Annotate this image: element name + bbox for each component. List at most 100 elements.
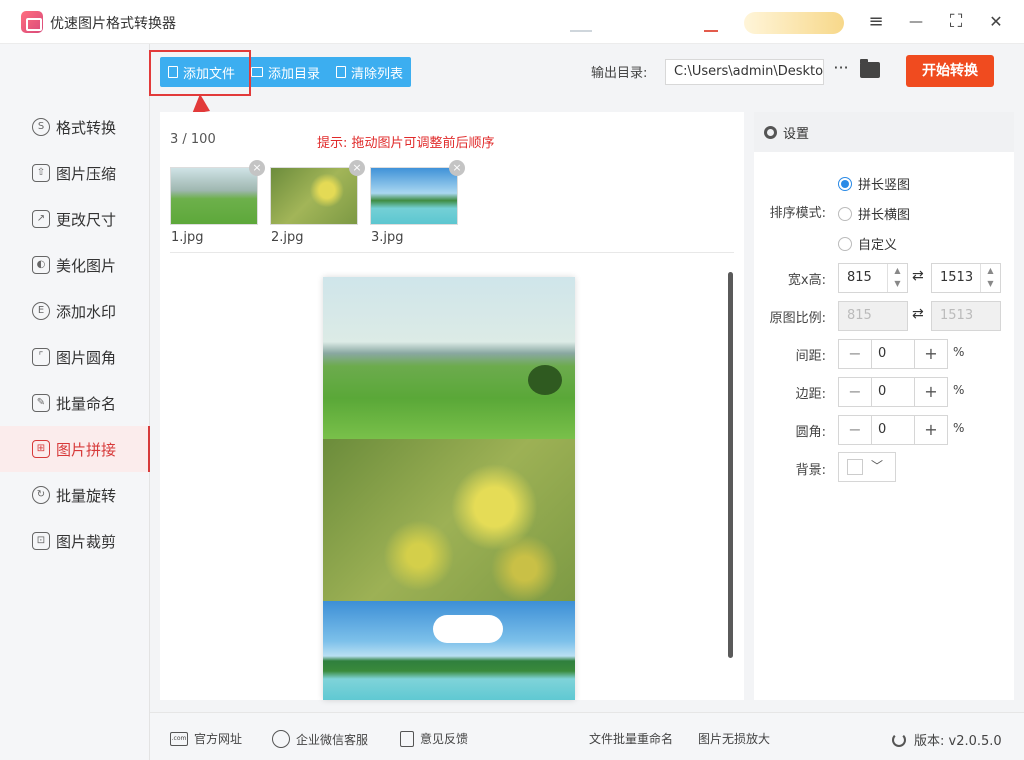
radio-label: 拼长竖图 [858,178,911,193]
ratio-width-field: 815 [838,301,908,331]
chevron-down-icon: ﹀ [871,459,884,473]
width-value: 815 [847,270,872,285]
remove-file-icon[interactable]: × [449,160,465,176]
clear-list-label: 清除列表 [351,66,404,82]
height-stepper-icon[interactable]: ▲ ▼ [980,264,1000,292]
margin-increase-button[interactable]: + [915,378,947,406]
margin-decrease-button[interactable]: − [839,378,871,406]
round-corner-icon: ⌜ [32,348,50,366]
sidebar-item-format-convert[interactable]: S 格式转换 [0,104,150,150]
start-convert-button[interactable]: 开始转换 [906,55,994,87]
sidebar-item-label: 图片压缩 [56,164,117,183]
sidebar: S 格式转换 ⇧ 图片压缩 ↗ 更改尺寸 ◐ 美化图片 E 添加水印 ⌜ 图片圆… [0,44,150,760]
add-directory-button[interactable]: 添加目录 [243,57,328,87]
sidebar-item-watermark[interactable]: E 添加水印 [0,288,150,334]
preview-scrollbar[interactable] [728,272,733,658]
website-link[interactable]: .com 官方网址 [170,730,242,747]
minimize-icon[interactable]: — [904,10,928,34]
radio-label: 拼长横图 [858,208,911,223]
maximize-icon[interactable]: ⛶ [944,10,968,34]
clear-list-button[interactable]: 清除列表 [328,57,411,87]
sort-horizontal-radio[interactable]: 拼长横图 [838,204,910,223]
close-icon[interactable]: ✕ [984,10,1008,34]
remove-file-icon[interactable]: × [349,160,365,176]
add-file-label: 添加文件 [183,66,236,82]
rotate-icon: ↻ [32,486,50,504]
menu-icon[interactable]: ≡ [864,10,888,34]
batch-rename-link[interactable]: 文件批量重命名 [589,730,673,747]
margin-stepper[interactable]: − 0 + [838,377,948,407]
height-value: 1513 [940,270,974,285]
thumbnail-image [271,168,357,224]
file-thumbnail[interactable]: × 3.jpg [370,160,465,245]
swap-size-icon[interactable]: ⇄ [912,268,924,284]
sidebar-item-label: 批量命名 [56,394,117,413]
feedback-link[interactable]: 意见反馈 [400,730,468,747]
settings-header: 设置 [754,112,1014,152]
sidebar-item-crop[interactable]: ⊡ 图片裁剪 [0,518,150,564]
output-dir-field[interactable]: C:\Users\admin\Deskto [665,59,824,85]
file-counter: 3 / 100 [170,132,216,147]
file-name: 1.jpg [171,230,204,245]
background-color-select[interactable]: ﹀ [838,452,896,482]
corner-stepper[interactable]: − 0 + [838,415,948,445]
sidebar-item-compress[interactable]: ⇧ 图片压缩 [0,150,150,196]
sidebar-item-beautify[interactable]: ◐ 美化图片 [0,242,150,288]
lossless-upscale-link[interactable]: 图片无损放大 [698,730,770,747]
sidebar-item-round-corner[interactable]: ⌜ 图片圆角 [0,334,150,380]
margin-label: 边距: [795,387,826,402]
sidebar-item-label: 美化图片 [56,256,117,275]
open-folder-icon[interactable] [860,59,880,78]
spacing-decrease-button[interactable]: − [839,340,871,368]
drag-hint: 提示: 拖动图片可调整前后顺序 [317,136,495,151]
width-stepper-icon[interactable]: ▲ ▼ [887,264,907,292]
thumbnail-image [171,168,257,224]
sort-custom-radio[interactable]: 自定义 [838,234,897,253]
tree-shape [528,365,562,395]
corner-label: 圆角: [795,425,826,440]
wechat-service-link[interactable]: 企业微信客服 [272,730,368,748]
corner-increase-button[interactable]: + [915,416,947,444]
background-swatch [847,459,863,475]
spacing-value[interactable]: 0 [871,340,915,368]
sort-vertical-radio[interactable]: 拼长竖图 [838,174,910,193]
sidebar-item-resize[interactable]: ↗ 更改尺寸 [0,196,150,242]
file-thumbnail[interactable]: × 2.jpg [270,160,365,245]
compress-icon: ⇧ [32,164,50,182]
radio-dot [838,176,852,191]
ratio-label: 原图比例: [769,311,826,326]
rename-icon: ✎ [32,394,50,412]
thumbnail-image [371,168,457,224]
corner-value[interactable]: 0 [871,416,915,444]
version-label: 版本: v2.0.5.0 [914,734,1002,749]
swap-ratio-icon[interactable]: ⇄ [912,306,924,322]
corner-decrease-button[interactable]: − [839,416,871,444]
more-options-button[interactable]: ··· [832,58,850,82]
sidebar-item-label: 更改尺寸 [56,210,117,229]
settings-panel: 设置 排序模式: 拼长竖图 拼长横图 自定义 宽x高: 815 ▲ ▼ ⇄ 151… [754,112,1014,700]
promo-badge[interactable] [744,12,844,34]
remove-file-icon[interactable]: × [249,160,265,176]
title-bar: 优速图片格式转换器 ≡ — ⛶ ✕ [0,0,1024,44]
feedback-label: 意见反馈 [420,732,469,746]
refresh-icon [892,732,906,747]
add-file-button[interactable]: 添加文件 [160,57,243,87]
divider [170,252,734,253]
stitch-preview [323,277,575,700]
margin-value[interactable]: 0 [871,378,915,406]
app-logo-icon [21,11,43,33]
width-input[interactable]: 815 ▲ ▼ [838,263,908,293]
settings-title: 设置 [783,126,810,142]
preview-image-flowers [323,439,575,601]
toolbar-deco [704,30,718,32]
sidebar-item-rotate[interactable]: ↻ 批量旋转 [0,472,150,518]
version-info[interactable]: 版本: v2.0.5.0 [892,730,1002,749]
sidebar-item-batch-rename[interactable]: ✎ 批量命名 [0,380,150,426]
height-input[interactable]: 1513 ▲ ▼ [931,263,1001,293]
spacing-stepper[interactable]: − 0 + [838,339,948,369]
spacing-increase-button[interactable]: + [915,340,947,368]
sidebar-item-stitch[interactable]: ⊞ 图片拼接 [0,426,150,472]
ratio-width-value: 815 [847,308,872,323]
format-convert-icon: S [32,118,50,136]
file-thumbnail[interactable]: × 1.jpg [170,160,265,245]
